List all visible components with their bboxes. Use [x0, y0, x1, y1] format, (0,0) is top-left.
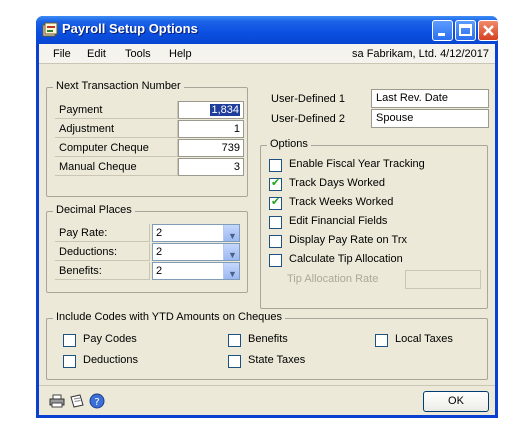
deductions-label: Deductions:: [55, 243, 150, 261]
dialog-body: File Edit Tools Help sa Fabrikam, Ltd. 4…: [39, 44, 495, 415]
edit-financial-fields-checkbox[interactable]: [269, 216, 282, 229]
track-weeks-worked-checkbox[interactable]: [269, 195, 282, 210]
payroll-setup-window: Payroll Setup Options File Edit Tools He…: [36, 16, 499, 418]
track-weeks-worked-label: Track Weeks Worked: [289, 196, 394, 208]
pay-rate-value: 2: [156, 227, 163, 239]
note-icon[interactable]: [69, 393, 85, 409]
menu-edit[interactable]: Edit: [87, 48, 106, 60]
display-pay-rate-on-trx-checkbox[interactable]: [269, 235, 282, 248]
printer-icon[interactable]: [49, 393, 65, 409]
chevron-down-icon[interactable]: ▼: [223, 263, 239, 279]
enable-fiscal-year-tracking-checkbox[interactable]: [269, 159, 282, 172]
user-defined-2-label: User-Defined 2: [271, 113, 345, 125]
minimize-button[interactable]: [432, 20, 453, 41]
close-icon: [483, 25, 494, 36]
menu-tools[interactable]: Tools: [125, 48, 151, 60]
title-bar[interactable]: Payroll Setup Options: [36, 16, 499, 44]
user-defined-2-field[interactable]: Spouse: [371, 109, 489, 128]
ytd-deductions-checkbox[interactable]: [63, 355, 76, 368]
ytd-pay-codes-checkbox[interactable]: [63, 334, 76, 347]
ytd-benefits-checkbox[interactable]: [228, 334, 241, 347]
payment-label: Payment: [55, 101, 178, 119]
pay-rate-select[interactable]: 2 ▼: [152, 224, 240, 242]
ytd-codes-title: Include Codes with YTD Amounts on Cheque…: [53, 311, 286, 323]
track-days-worked-label: Track Days Worked: [289, 177, 385, 189]
options-group: Options Enable Fiscal Year Tracking Trac…: [260, 138, 488, 309]
decimal-places-title: Decimal Places: [53, 204, 135, 216]
user-company-date: sa Fabrikam, Ltd. 4/12/2017: [352, 48, 489, 60]
window-footer: ? OK: [39, 385, 495, 415]
adjustment-label: Adjustment: [55, 120, 178, 138]
ytd-local-taxes-label: Local Taxes: [395, 333, 453, 345]
maximize-button[interactable]: [455, 20, 476, 41]
ytd-pay-codes-label: Pay Codes: [83, 333, 137, 345]
benefits-select[interactable]: 2 ▼: [152, 262, 240, 280]
ytd-deductions-label: Deductions: [83, 354, 139, 366]
decimal-places-group: Decimal Places Pay Rate: 2 ▼ Deductions:…: [46, 204, 248, 293]
calculate-tip-allocation-label: Calculate Tip Allocation: [289, 253, 403, 265]
computer-cheque-label: Computer Cheque: [55, 139, 178, 157]
minimize-icon: [438, 33, 445, 36]
ytd-state-taxes-checkbox[interactable]: [228, 355, 241, 368]
deductions-value: 2: [156, 246, 163, 258]
calculate-tip-allocation-checkbox[interactable]: [269, 254, 282, 267]
deductions-select[interactable]: 2 ▼: [152, 243, 240, 261]
maximize-icon: [459, 24, 472, 36]
user-defined-1-label: User-Defined 1: [271, 93, 345, 105]
user-defined-1-field[interactable]: Last Rev. Date: [371, 89, 489, 108]
next-transaction-title: Next Transaction Number: [53, 80, 184, 92]
track-days-worked-checkbox[interactable]: [269, 176, 282, 191]
ok-button[interactable]: OK: [423, 391, 489, 412]
adjustment-number-field[interactable]: 1: [178, 120, 244, 138]
tip-allocation-rate-field: [405, 270, 481, 289]
options-title: Options: [267, 138, 311, 150]
close-button[interactable]: [478, 20, 499, 41]
form-area: Next Transaction Number Payment 1,834 Ad…: [39, 65, 495, 385]
menu-file[interactable]: File: [53, 48, 71, 60]
edit-financial-fields-label: Edit Financial Fields: [289, 215, 388, 227]
menu-bar: File Edit Tools Help sa Fabrikam, Ltd. 4…: [39, 44, 495, 64]
tip-allocation-rate-label: Tip Allocation Rate: [287, 273, 379, 285]
chevron-down-icon[interactable]: ▼: [223, 244, 239, 260]
svg-text:?: ?: [94, 397, 99, 408]
ytd-benefits-label: Benefits: [248, 333, 288, 345]
payment-number-value: 1,834: [210, 104, 240, 116]
manual-cheque-label: Manual Cheque: [55, 158, 178, 176]
enable-fiscal-year-tracking-label: Enable Fiscal Year Tracking: [289, 158, 425, 170]
ytd-state-taxes-label: State Taxes: [248, 354, 306, 366]
computer-cheque-number-field[interactable]: 739: [178, 139, 244, 157]
help-icon[interactable]: ?: [89, 393, 105, 409]
ytd-codes-group: Include Codes with YTD Amounts on Cheque…: [46, 311, 488, 380]
payment-number-field[interactable]: 1,834: [178, 101, 244, 119]
display-pay-rate-on-trx-label: Display Pay Rate on Trx: [289, 234, 407, 246]
benefits-label: Benefits:: [55, 262, 150, 280]
pay-rate-label: Pay Rate:: [55, 224, 150, 242]
manual-cheque-number-field[interactable]: 3: [178, 158, 244, 176]
next-transaction-group: Next Transaction Number Payment 1,834 Ad…: [46, 80, 248, 197]
ytd-local-taxes-checkbox[interactable]: [375, 334, 388, 347]
menu-help[interactable]: Help: [169, 48, 192, 60]
window-title: Payroll Setup Options: [62, 21, 198, 36]
chevron-down-icon[interactable]: ▼: [223, 225, 239, 241]
benefits-value: 2: [156, 265, 163, 277]
app-icon: [42, 22, 58, 37]
